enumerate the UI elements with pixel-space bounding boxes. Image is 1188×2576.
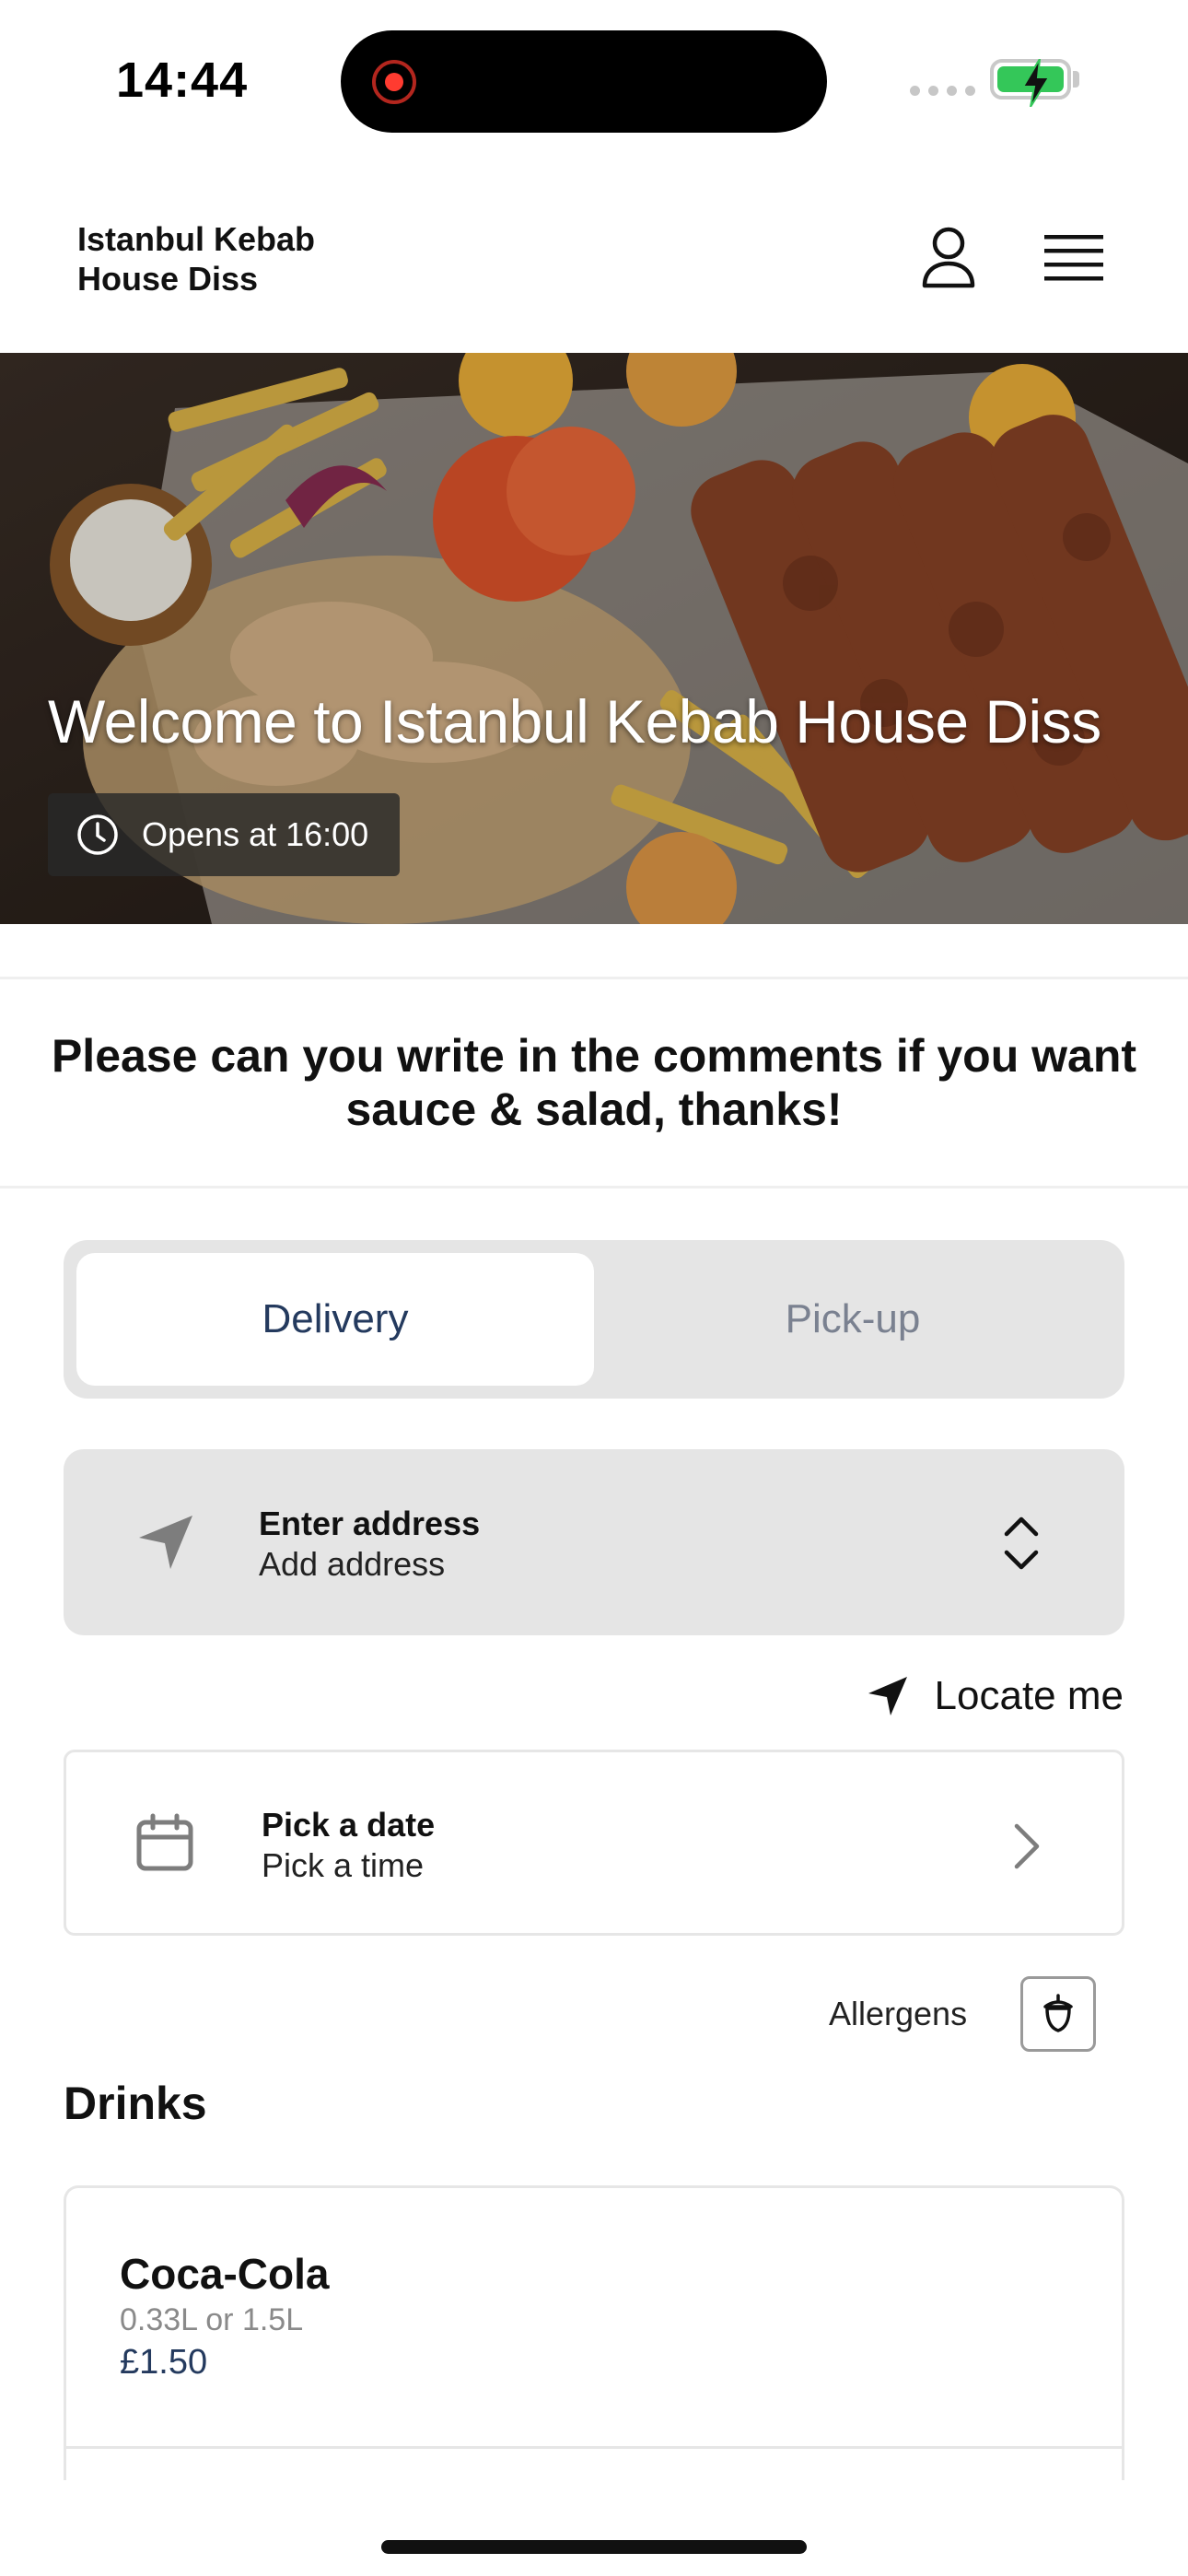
status-time: 14:44 bbox=[116, 53, 249, 108]
battery-icon bbox=[990, 59, 1071, 107]
navigation-arrow-icon bbox=[139, 1516, 192, 1569]
opening-hours-text: Opens at 16:00 bbox=[142, 815, 369, 853]
date-time-picker[interactable]: Pick a date Pick a time bbox=[64, 1750, 1124, 1936]
notice-text: Please can you write in the comments if … bbox=[51, 1030, 1137, 1135]
status-bar: 14:44 bbox=[0, 0, 1188, 161]
signal-icon bbox=[910, 86, 975, 96]
locate-me-button[interactable]: Locate me bbox=[847, 1664, 1124, 1728]
tab-pick-up[interactable]: Pick-up bbox=[594, 1253, 1112, 1386]
hero-title: Welcome to Istanbul Kebab House Diss bbox=[48, 687, 1101, 755]
card-divider bbox=[66, 2446, 1122, 2449]
address-title: Enter address bbox=[259, 1505, 481, 1542]
hamburger-menu-icon bbox=[1044, 235, 1103, 281]
acorn-icon bbox=[1043, 1994, 1073, 2032]
allergens-button[interactable] bbox=[1020, 1976, 1097, 2052]
battery-cap bbox=[1073, 71, 1079, 88]
app-header: Istanbul Kebab House Diss bbox=[0, 184, 1188, 353]
address-subtitle: Add address bbox=[259, 1545, 446, 1583]
menu-item-description: 0.33L or 1.5L bbox=[120, 2302, 304, 2337]
dynamic-island bbox=[341, 30, 827, 133]
menu-item-name: Coca-Cola bbox=[120, 2250, 330, 2298]
chevron-up-down-icon bbox=[1004, 1516, 1039, 1570]
restaurant-brand[interactable]: Istanbul Kebab House Diss bbox=[77, 219, 409, 299]
page: 14:44 Istanbul Kebab House Diss Welcome … bbox=[0, 0, 1188, 2576]
notice-banner: Please can you write in the comments if … bbox=[0, 977, 1188, 1188]
hero-banner: Welcome to Istanbul Kebab House Diss Ope… bbox=[0, 353, 1188, 924]
menu-button[interactable] bbox=[1041, 221, 1107, 295]
allergens-label: Allergens bbox=[829, 1995, 968, 2032]
clock-icon bbox=[77, 814, 118, 855]
menu-item-price: £1.50 bbox=[120, 2343, 208, 2382]
user-icon bbox=[922, 227, 975, 288]
time-subtitle: Pick a time bbox=[262, 1846, 425, 1884]
calendar-icon bbox=[136, 1813, 193, 1871]
date-title: Pick a date bbox=[262, 1806, 436, 1844]
tab-delivery[interactable]: Delivery bbox=[76, 1253, 594, 1386]
order-mode-toggle: Delivery Pick-up bbox=[64, 1240, 1124, 1399]
address-selector[interactable]: Enter address Add address bbox=[64, 1449, 1124, 1635]
account-button[interactable] bbox=[912, 221, 985, 295]
bottom-safe-area bbox=[0, 2482, 1188, 2576]
location-arrow-icon bbox=[868, 1677, 907, 1715]
home-indicator[interactable] bbox=[381, 2540, 807, 2554]
locate-me-label: Locate me bbox=[934, 1673, 1124, 1718]
menu-section-title: Drinks bbox=[64, 2078, 207, 2129]
screen-recording-icon bbox=[372, 60, 416, 104]
chevron-right-icon bbox=[1014, 1823, 1040, 1869]
menu-item-card[interactable]: Coca-Cola 0.33L or 1.5L £1.50 bbox=[64, 2185, 1124, 2480]
opening-hours-badge: Opens at 16:00 bbox=[48, 793, 400, 876]
allergens-row: Allergens bbox=[829, 1976, 1097, 2052]
